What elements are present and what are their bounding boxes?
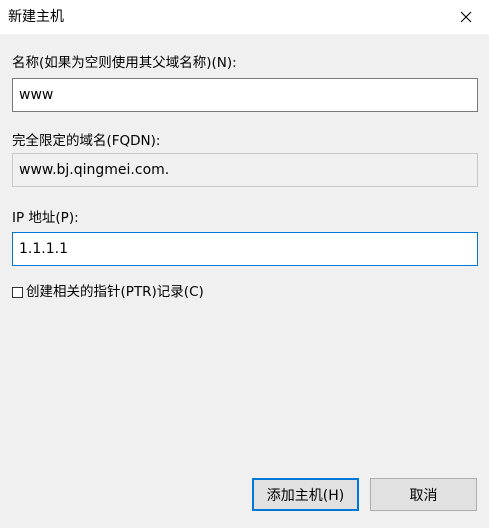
cancel-button[interactable]: 取消	[370, 478, 477, 511]
host-name-input[interactable]	[12, 78, 478, 112]
close-icon	[460, 11, 472, 23]
checkbox-box[interactable]	[12, 286, 23, 298]
title-bar: 新建主机	[0, 0, 489, 34]
dialog-title: 新建主机	[8, 9, 64, 25]
ip-address-input[interactable]	[12, 232, 478, 266]
create-ptr-label: 创建相关的指针(PTR)记录(C)	[26, 284, 204, 300]
create-ptr-checkbox[interactable]: 创建相关的指针(PTR)记录(C)	[12, 283, 204, 301]
ip-address-label: IP 地址(P):	[12, 210, 79, 226]
add-host-button[interactable]: 添加主机(H)	[252, 478, 359, 511]
fqdn-label: 完全限定的域名(FQDN):	[12, 133, 161, 149]
close-button[interactable]	[443, 0, 489, 34]
dialog-body: 名称(如果为空则使用其父域名称)(N): 完全限定的域名(FQDN): IP 地…	[0, 34, 489, 528]
host-name-label: 名称(如果为空则使用其父域名称)(N):	[12, 55, 237, 71]
fqdn-field	[12, 153, 478, 187]
